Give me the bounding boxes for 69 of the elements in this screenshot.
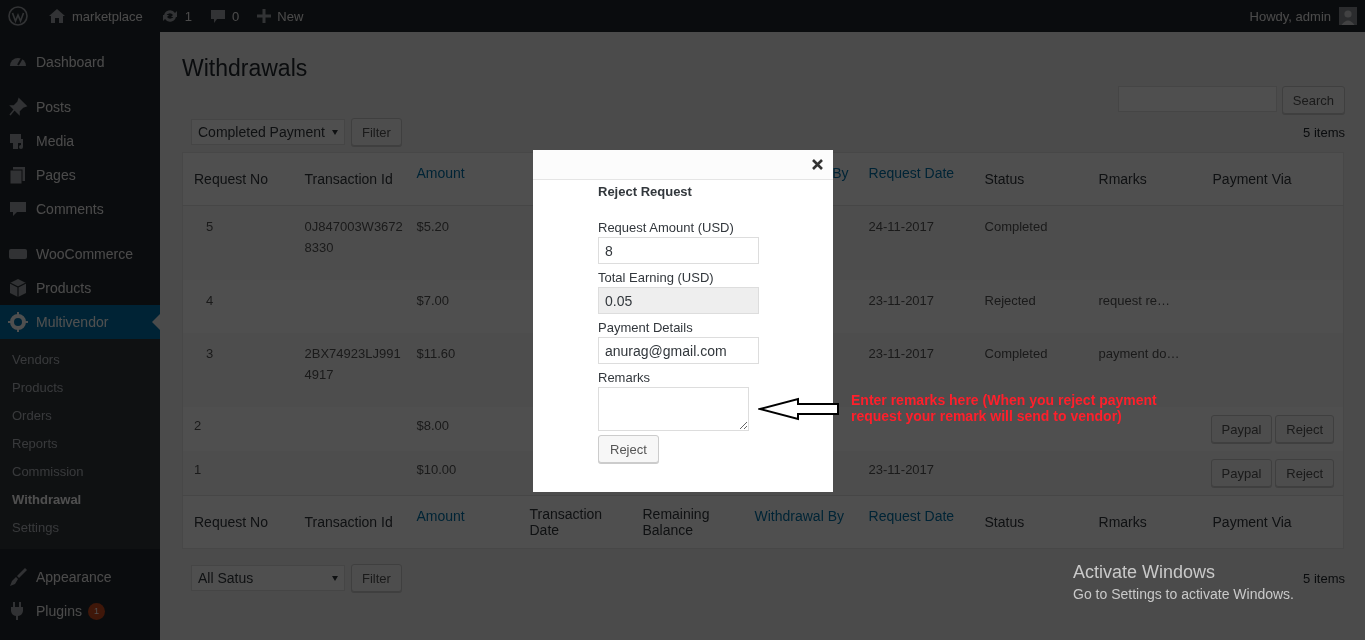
gear-icon	[8, 312, 28, 332]
pin-icon	[8, 97, 28, 117]
sidebar-item[interactable]: Multivendor	[0, 305, 160, 339]
filter-dropdown[interactable]: All Satus	[191, 565, 345, 591]
item-count: 5 items	[1303, 124, 1345, 140]
input-field[interactable]: anurag@gmail.com	[598, 337, 759, 364]
pages-icon	[8, 165, 28, 185]
column-header: Transaction Id	[304, 514, 393, 530]
sidebar-item[interactable]: WooCommerce	[0, 237, 160, 271]
column-header: Status	[984, 514, 1025, 530]
count-badge: 1	[87, 602, 105, 620]
reject-button[interactable]: Reject	[598, 435, 659, 463]
column-header: Payment Via	[1212, 514, 1292, 530]
remarks-field[interactable]	[598, 387, 749, 431]
toolbar-link[interactable]: marketplace	[39, 0, 152, 32]
column-sort-link[interactable]: Request Date	[868, 508, 955, 536]
column-sort-link[interactable]: Request Date	[868, 165, 955, 193]
logo-icon	[8, 6, 28, 26]
avatar-icon	[1339, 7, 1357, 25]
comment-icon	[210, 8, 227, 24]
column-header: Remaining Balance	[642, 506, 710, 538]
field-label: Payment Details	[598, 319, 693, 336]
field-label: Total Earning (USD)	[598, 269, 714, 286]
item-count: 5 items	[1303, 570, 1345, 586]
close-button[interactable]	[810, 157, 825, 172]
brush-icon	[8, 567, 28, 587]
column-header: Transaction Id	[304, 171, 393, 187]
column-header: Payment Via	[1212, 171, 1292, 187]
annotation-text: Enter remarks here (When you reject payment request your remark will send to vendor)	[851, 392, 1158, 424]
sidebar-item[interactable]: Plugins 1	[0, 594, 160, 628]
column-header: Status	[984, 171, 1025, 187]
filter-dropdown[interactable]: Completed Payment	[191, 119, 345, 145]
column-sort-link[interactable]: Amount	[416, 165, 465, 193]
input-field[interactable]: 0.05	[598, 287, 759, 314]
comment-icon	[8, 199, 28, 219]
sidebar-item[interactable]: Posts	[0, 90, 160, 124]
box-icon	[8, 278, 28, 298]
toolbar-link[interactable]: 1	[151, 0, 202, 32]
column-header: Transaction Date	[529, 506, 603, 538]
caret-icon	[332, 575, 338, 581]
plus-icon	[257, 9, 272, 23]
sidebar-item[interactable]: Appearance	[0, 560, 160, 594]
column-header: Request No	[194, 514, 268, 530]
sidebar-item[interactable]: Comments	[0, 192, 160, 226]
column-sort-link[interactable]: Withdrawal By	[754, 508, 844, 536]
account-link[interactable]: Howdy, admin	[1240, 0, 1365, 32]
column-header: Rmarks	[1098, 171, 1147, 187]
field-label: Remarks	[598, 369, 650, 386]
input-field[interactable]: 8	[598, 237, 759, 264]
column-header: Rmarks	[1098, 514, 1147, 530]
dialog-title: Reject Request	[598, 184, 692, 199]
column-sort-link[interactable]: Amount	[416, 508, 465, 536]
sidebar-item[interactable]: Dashboard	[0, 45, 160, 79]
current-arrow-icon	[152, 314, 160, 330]
caret-icon	[332, 129, 338, 135]
sidebar-item[interactable]: Products	[0, 271, 160, 305]
toolbar-link[interactable]: New	[248, 0, 313, 32]
submenu-item[interactable]: Withdrawal	[0, 486, 160, 514]
page-title: Withdrawals	[182, 56, 309, 80]
close-icon	[812, 159, 823, 170]
field-label: Request Amount (USD)	[598, 219, 734, 236]
sidebar-item[interactable]: Pages	[0, 158, 160, 192]
column-sort-link[interactable]: By	[832, 165, 849, 193]
activation-title: Activate Windows	[1073, 561, 1217, 583]
home-icon	[48, 8, 66, 24]
sidebar-item[interactable]: Media	[0, 124, 160, 158]
refresh-icon	[160, 8, 179, 24]
column-header: Request No	[194, 171, 268, 187]
activation-text: Go to Settings to activate Windows.	[1073, 585, 1294, 604]
